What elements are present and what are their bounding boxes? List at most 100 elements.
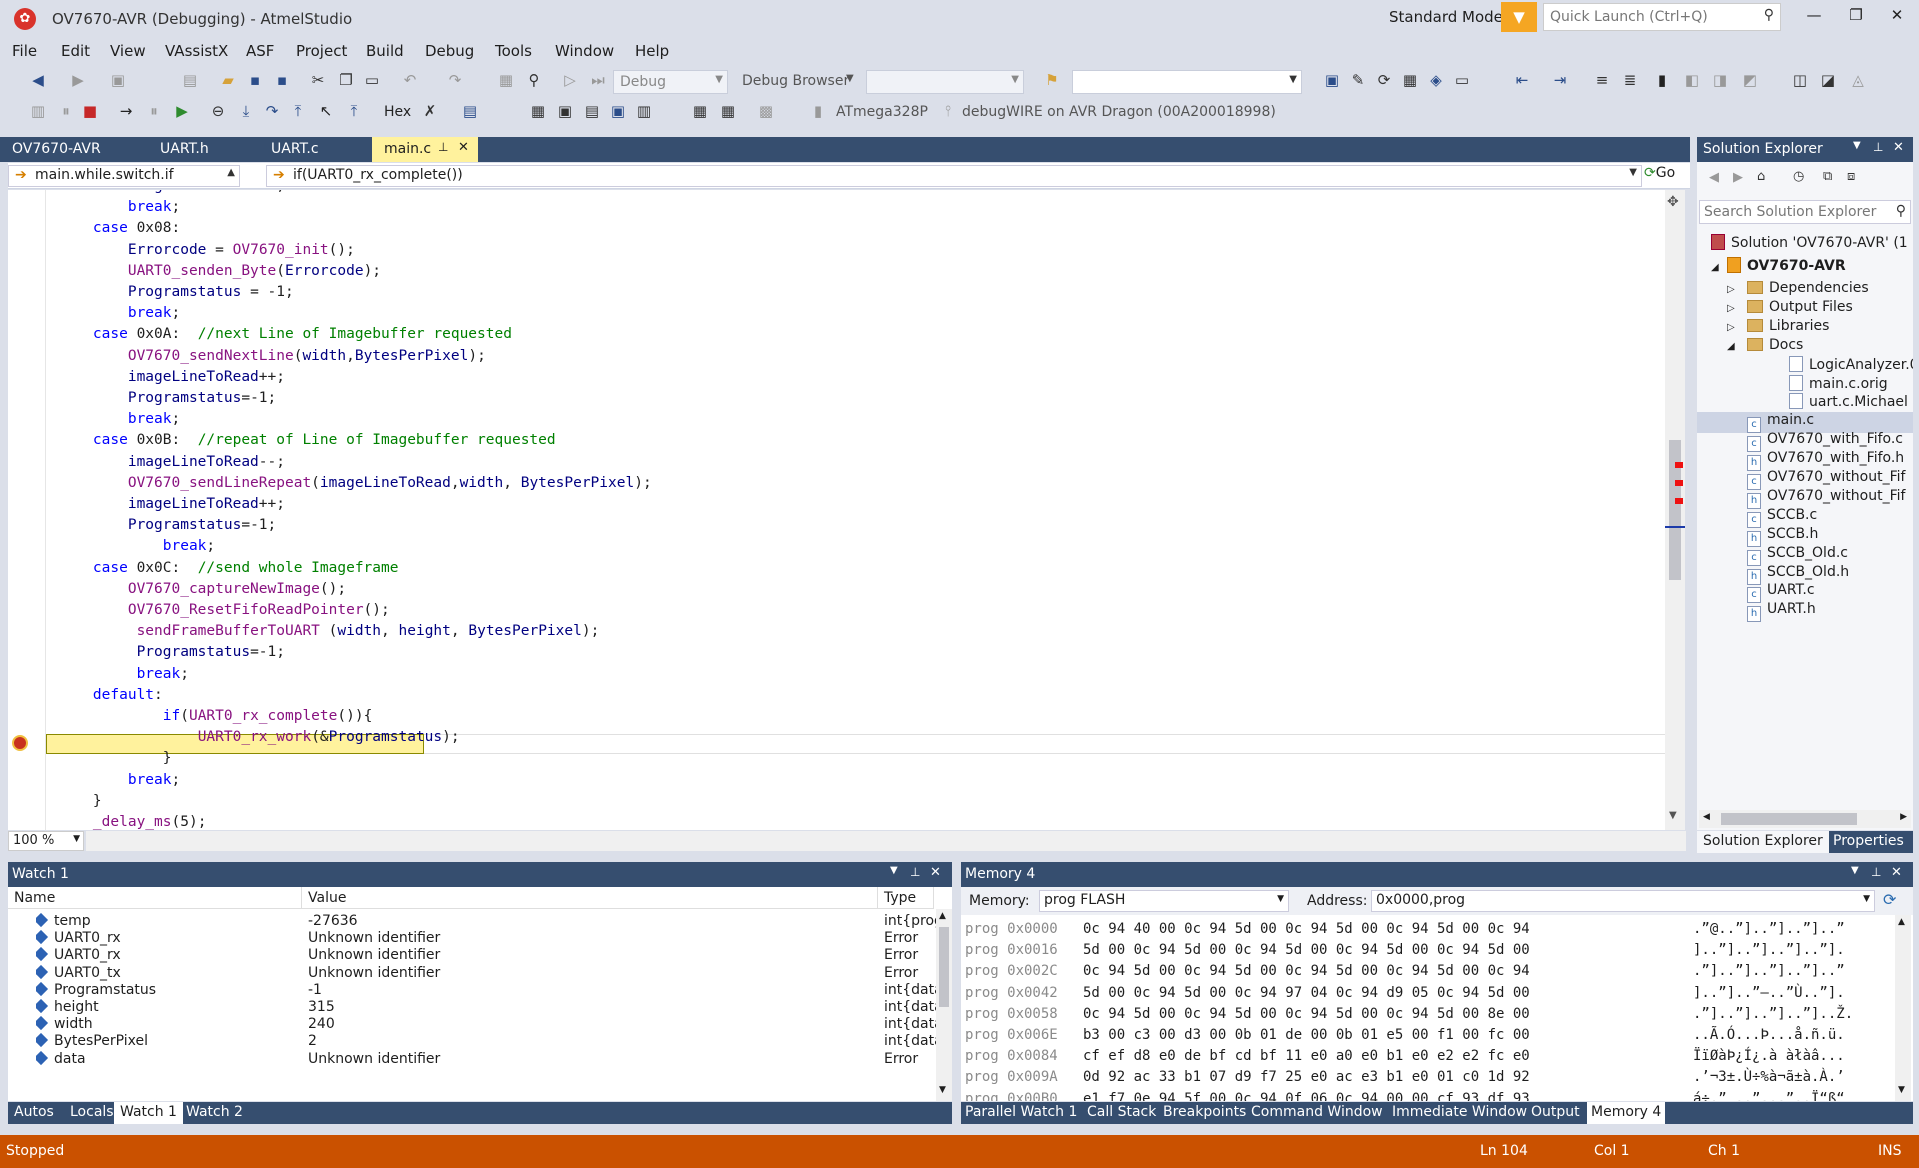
code-line[interactable]: Programstatus=-1; xyxy=(58,517,276,538)
tree-item[interactable]: h SCCB.h xyxy=(1727,526,1818,547)
memory-hex[interactable]: 5d 00 0c 94 5d 00 0c 94 97 04 0c 94 d9 0… xyxy=(1083,985,1530,1001)
editor-horizontal-scrollbar[interactable] xyxy=(86,831,1686,851)
tree-item[interactable]: c UART.c xyxy=(1727,582,1815,604)
watch-value-cell[interactable]: Unknown identifier xyxy=(308,965,868,981)
memory-row[interactable]: prog 0x0016 5d 00 0c 94 5d 00 0c 94 5d 00… xyxy=(965,942,1845,963)
tab-solution-explorer[interactable]: Solution Explorer xyxy=(1697,831,1829,853)
menu-file[interactable]: File xyxy=(12,42,37,60)
memory-type-select[interactable]: prog FLASH ▼ xyxy=(1039,890,1289,912)
watch-icon[interactable]: ▥ xyxy=(634,101,654,121)
chevron-down-icon[interactable]: ▼ xyxy=(1851,865,1859,876)
memory-hex[interactable]: 0c 94 40 00 0c 94 5d 00 0c 94 5d 00 0c 9… xyxy=(1083,921,1530,937)
code-line[interactable]: OV7670_ResetFifoReadPointer(); xyxy=(58,602,390,623)
prev-bookmark-folder-icon[interactable]: ◫ xyxy=(1790,70,1810,90)
tab-breakpoints[interactable]: Breakpoints xyxy=(1159,1102,1250,1124)
set-next-statement-icon[interactable]: ⤒ xyxy=(344,101,364,121)
pin-icon[interactable]: ⊥ xyxy=(1873,140,1883,154)
code-line[interactable]: case 0x0A: //next Line of Imagebuffer re… xyxy=(58,326,512,347)
menu-window[interactable]: Window xyxy=(555,42,614,60)
next-bookmark-folder-icon[interactable]: ◪ xyxy=(1818,70,1838,90)
find-in-files-icon[interactable]: ⚑ xyxy=(1042,70,1062,90)
tree-item[interactable]: ▷ Dependencies xyxy=(1727,280,1869,296)
tab-command-window[interactable]: Command Window xyxy=(1247,1102,1387,1124)
address-input[interactable]: 0x0000,prog ▼ xyxy=(1371,890,1875,912)
code-line[interactable]: Errorcode = OV7670_init(); xyxy=(58,242,355,263)
menu-tools[interactable]: Tools xyxy=(495,42,532,60)
scrollbar-thumb[interactable] xyxy=(1721,813,1857,825)
scroll-down-icon[interactable]: ▼ xyxy=(1669,810,1677,821)
menu-project[interactable]: Project xyxy=(296,42,347,60)
redo-icon[interactable]: ↷ xyxy=(445,70,465,90)
menu-debug[interactable]: Debug xyxy=(425,42,474,60)
reset-icon[interactable]: ⊖ xyxy=(208,101,228,121)
code-line[interactable]: UART0_rx_work(&Programstatus); xyxy=(58,729,460,750)
open-folder-icon[interactable]: ▰ xyxy=(218,70,238,90)
tab-locals[interactable]: Locals xyxy=(64,1102,120,1124)
tool-icon[interactable]: ▦ xyxy=(718,101,738,121)
watch-name-cell[interactable]: temp xyxy=(36,913,296,929)
menu-asf[interactable]: ASF xyxy=(246,42,274,60)
memory-icon[interactable]: ▦ xyxy=(528,101,548,121)
processor-icon[interactable]: ▣ xyxy=(608,101,628,121)
pin-icon[interactable]: ⊥ xyxy=(910,865,920,879)
solution-explorer-hscrollbar[interactable]: ◀ ▶ xyxy=(1699,810,1911,828)
code-line[interactable]: if(UART0_rx_complete()){ xyxy=(58,708,373,729)
memory-ascii[interactable]: .”@..”]..”]..”]..” xyxy=(1693,921,1845,937)
code-line[interactable]: Programstatus =-1; xyxy=(58,190,285,199)
next-bookmark-icon[interactable]: ◨ xyxy=(1710,70,1730,90)
memory-ascii[interactable]: .’¬3±.Ù÷%à¬ã±à.À.’ xyxy=(1693,1069,1845,1085)
tree-item[interactable]: h UART.h xyxy=(1727,601,1816,623)
memory-hex[interactable]: 0c 94 5d 00 0c 94 5d 00 0c 94 5d 00 0c 9… xyxy=(1083,963,1530,979)
memory-row[interactable]: prog 0x009A 0d 92 ac 33 b1 07 d9 f7 25 e0… xyxy=(965,1069,1845,1090)
clear-bookmarks-icon[interactable]: ◩ xyxy=(1740,70,1760,90)
code-line[interactable]: break; xyxy=(58,199,180,220)
watch-value-cell[interactable]: -1 xyxy=(308,982,868,998)
code-line[interactable]: OV7670_sendLineRepeat(imageLineToRead,wi… xyxy=(58,475,652,496)
breakpoint-toggle-icon[interactable]: ✗ xyxy=(420,101,440,121)
watch-value-cell[interactable]: 240 xyxy=(308,1016,868,1032)
pause-icon[interactable]: ⏸ xyxy=(144,101,164,121)
device-icon[interactable]: ▦ xyxy=(690,101,710,121)
code-line[interactable]: _delay_ms(5); xyxy=(58,814,207,830)
step-over-icon[interactable]: ↷ xyxy=(262,101,282,121)
code-line[interactable]: UART0_senden_Byte(Errorcode); xyxy=(58,263,381,284)
code-line[interactable]: break; xyxy=(58,411,180,432)
memory-ascii[interactable]: ]..”]..”–..”Ù..”]. xyxy=(1693,985,1845,1001)
watch-name-cell[interactable]: UART0_tx xyxy=(36,964,296,981)
home-icon[interactable]: ⌂ xyxy=(1757,169,1765,184)
tab-uart-h[interactable]: UART.h xyxy=(148,137,221,162)
device-programming-icon[interactable]: ▣ xyxy=(1322,70,1342,90)
run-to-cursor-icon[interactable]: ↖ xyxy=(316,101,336,121)
close-icon[interactable]: ✕ xyxy=(930,865,941,880)
new-project-icon[interactable]: ▣ xyxy=(108,70,128,90)
memory-row[interactable]: prog 0x00B0 e1 f7 0e 94 5f 00 0c 94 0f 06… xyxy=(965,1091,1845,1101)
uncomment-icon[interactable]: ≣ xyxy=(1620,70,1640,90)
chip-icon[interactable]: ▦ xyxy=(1400,70,1420,90)
tab-ov7670-avr[interactable]: OV7670-AVR xyxy=(0,137,113,162)
pin-icon[interactable]: ⊥ xyxy=(438,140,448,154)
watch-row[interactable]: data Unknown identifier Error xyxy=(8,1049,934,1070)
menu-vassistx[interactable]: VAssistX xyxy=(165,42,228,60)
chevron-down-icon[interactable]: ▼ xyxy=(1853,140,1861,151)
code-line[interactable]: } xyxy=(58,793,102,814)
minimize-button[interactable]: — xyxy=(1797,6,1831,30)
menu-view[interactable]: View xyxy=(110,42,146,60)
back-icon[interactable]: ◀ xyxy=(28,70,48,90)
scroll-up-icon[interactable]: ▲ xyxy=(1898,917,1905,927)
split-icon[interactable]: ✥ xyxy=(1667,194,1679,210)
watch-col-type[interactable]: Type xyxy=(878,887,934,909)
watch-name-cell[interactable]: height xyxy=(36,999,296,1015)
tab-call-stack[interactable]: Call Stack xyxy=(1083,1102,1160,1124)
copy-icon[interactable]: ❐ xyxy=(336,70,356,90)
paste-icon[interactable]: ▭ xyxy=(362,70,382,90)
watch-col-name[interactable]: Name xyxy=(8,887,302,909)
menu-edit[interactable]: Edit xyxy=(61,42,90,60)
code-line[interactable]: sendFrameBufferToUART (width, height, By… xyxy=(58,623,600,644)
tab-parallel-watch[interactable]: Parallel Watch 1 xyxy=(961,1102,1081,1124)
memory-row[interactable]: prog 0x0042 5d 00 0c 94 5d 00 0c 94 97 04… xyxy=(965,985,1845,1006)
menu-help[interactable]: Help xyxy=(635,42,669,60)
history-icon[interactable]: ◷ xyxy=(1793,169,1804,184)
watch-value-cell[interactable]: 2 xyxy=(308,1033,868,1049)
go-button[interactable]: ⟳Go xyxy=(1644,165,1688,187)
refresh-icon[interactable]: ⟳ xyxy=(1883,890,1896,909)
